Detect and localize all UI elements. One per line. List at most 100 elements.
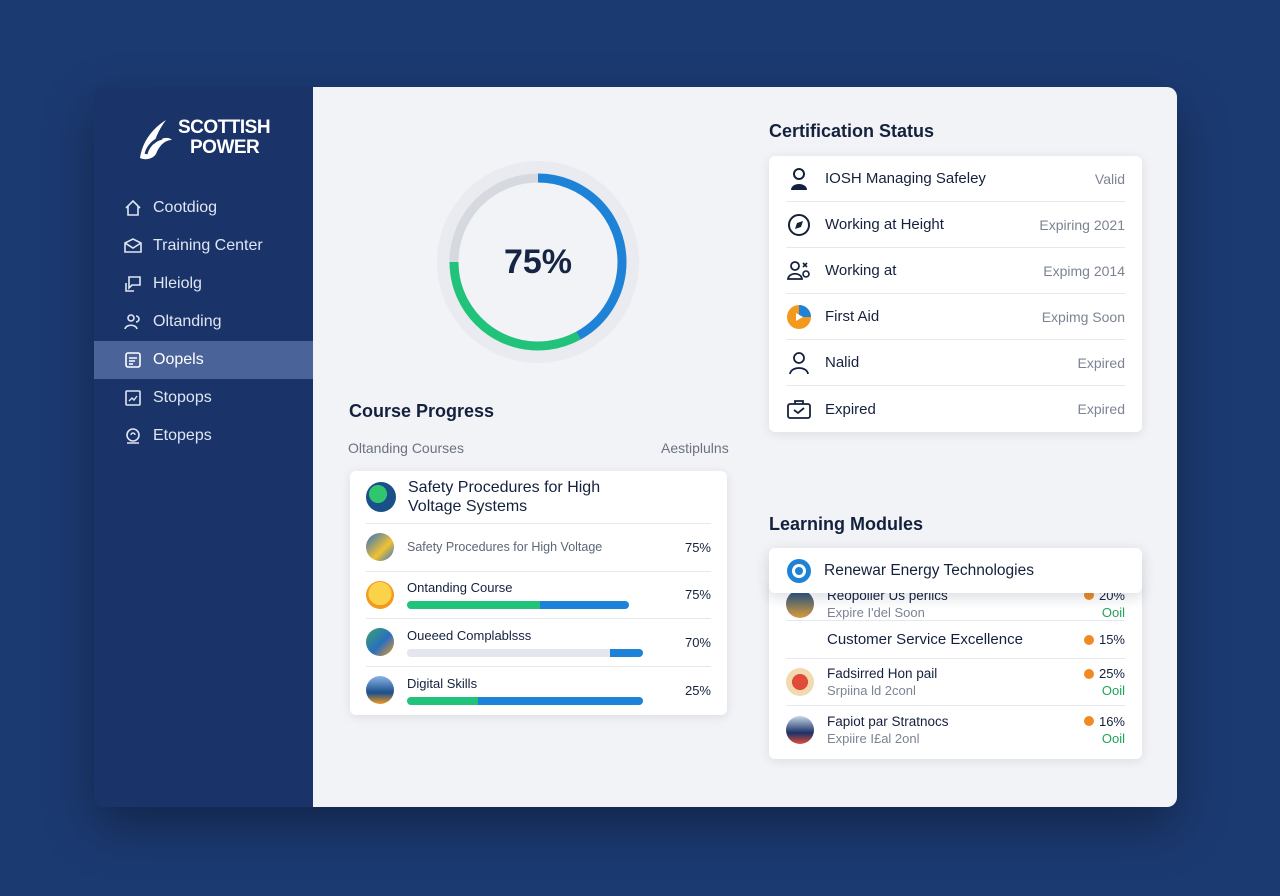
- sidebar-item-label: Stopops: [153, 389, 212, 406]
- progress-fill-green: [407, 696, 478, 705]
- main-content: 75% Course Progress Oltanding Courses Ae…: [313, 87, 1177, 807]
- renewable-energy-icon: [786, 558, 812, 584]
- course-row[interactable]: Oueeed Complablsss 70%: [366, 619, 711, 667]
- compliance-icon: [366, 628, 394, 657]
- module-icon: [786, 715, 814, 744]
- module-icon: [786, 589, 814, 618]
- compass-icon: [786, 212, 812, 238]
- sidebar-item-cootdiog[interactable]: Cootdiog: [94, 189, 313, 227]
- sidebar-item-label: Oltanding: [153, 313, 222, 330]
- cert-row[interactable]: First Aid Expimg Soon: [786, 294, 1125, 340]
- app-window: SCOTTISH POWER Cootdiog Training Center …: [94, 87, 1177, 807]
- cert-row[interactable]: Working at Height Expiring 2021: [786, 202, 1125, 248]
- cert-status: Expiring 2021: [1039, 216, 1125, 233]
- module-status: Ooil: [1101, 730, 1125, 746]
- module-percentage: 16%: [1083, 714, 1125, 729]
- safety-icon: [366, 533, 394, 562]
- learning-modules-title: Learning Modules: [769, 514, 924, 534]
- module-row[interactable]: Customer Service Excellence 15%: [786, 621, 1125, 659]
- sidebar-item-oopels[interactable]: Oopels: [94, 341, 313, 379]
- course-name: Oueeed Complablsss: [407, 627, 532, 643]
- course-progress-card: Safety Procedures for High Voltage Syste…: [350, 471, 727, 715]
- course-row[interactable]: Digital Skills 25%: [366, 667, 711, 715]
- orange-dot-icon: [1083, 716, 1094, 726]
- logo-mark-icon: [140, 120, 172, 160]
- featured-module[interactable]: Renewar Energy Technologies: [769, 548, 1142, 593]
- course-progress-bar: [407, 648, 643, 657]
- featured-module-title: Renewar Energy Technologies: [824, 561, 1034, 579]
- cert-name: IOSH Managing Safeley: [825, 170, 986, 187]
- course-percentage: 75%: [684, 587, 711, 603]
- cert-status: Expimg Soon: [1041, 308, 1125, 325]
- module-percentage: 25%: [1083, 666, 1125, 681]
- course-percentage: 70%: [684, 634, 711, 650]
- voltage-icon: [366, 482, 396, 512]
- sidebar-item-stopops[interactable]: Stopops: [94, 379, 313, 417]
- sidebar-item-oltanding[interactable]: Oltanding: [94, 303, 313, 341]
- course-progress-bar: [407, 601, 629, 610]
- module-list: Reopolier Us perlics Expire I'del Soon 20…: [769, 581, 1142, 759]
- cert-row[interactable]: Working at Expimg 2014: [786, 248, 1125, 294]
- module-row[interactable]: Fadsirred Hon pail Srpiina ld 2conl 25% Oo…: [786, 659, 1125, 706]
- cert-row[interactable]: Expired Expired: [786, 386, 1125, 432]
- brand-line-1: SCOTTISH: [178, 117, 271, 138]
- module-icon: [786, 668, 814, 696]
- course-name: Ontanding Course: [407, 580, 513, 596]
- home-icon: [125, 199, 141, 216]
- course-row[interactable]: Safety Procedures for High Voltage 75%: [366, 524, 711, 572]
- brand-line-2: POWER: [190, 137, 260, 158]
- scottish-power-logo[interactable]: SCOTTISH POWER: [132, 114, 271, 162]
- sidebar-item-etopeps[interactable]: Etopeps: [94, 417, 313, 455]
- progress-percentage: 75%: [503, 242, 573, 281]
- featured-course-title: Safety Procedures for High Voltage Syste…: [408, 479, 601, 515]
- certification-status-title: Certification Status: [769, 121, 935, 141]
- digital-skills-icon: [366, 676, 394, 705]
- module-expiry: Srpiina ld 2conl: [827, 683, 916, 698]
- people-icon: [124, 314, 140, 330]
- course-name: Safety Procedures for High Voltage: [407, 540, 603, 555]
- course-row[interactable]: Ontanding Course 75%: [366, 572, 711, 619]
- progress-ring: 75%: [435, 159, 641, 365]
- face-icon: [366, 580, 394, 609]
- report-icon: [125, 352, 141, 368]
- course-progress-title: Course Progress: [349, 401, 495, 421]
- aestiplulns-heading: Aestiplulns: [661, 440, 729, 456]
- progress-fill-blue: [477, 696, 643, 705]
- sidebar-item-hleiolg[interactable]: Hleiolg: [94, 265, 313, 303]
- briefcase-icon: [786, 396, 812, 422]
- course-percentage: 25%: [684, 682, 711, 698]
- cert-status: Valid: [1094, 170, 1125, 187]
- person-icon: [786, 350, 812, 376]
- course-name: Digital Skills: [407, 675, 478, 691]
- cert-name: Working at: [825, 262, 897, 279]
- user-icon: [786, 166, 812, 192]
- sidebar-item-label: Cootdiog: [153, 199, 218, 216]
- progress-fill-blue: [609, 648, 643, 657]
- envelope-icon: [124, 238, 142, 253]
- cert-row[interactable]: Nalid Expired: [786, 340, 1125, 386]
- orange-dot-icon: [1083, 634, 1094, 645]
- orange-dot-icon: [1083, 668, 1094, 679]
- sidebar-item-label: Hleiolg: [153, 275, 202, 292]
- cert-status: Expimg 2014: [1043, 262, 1125, 279]
- cert-row[interactable]: IOSH Managing Safeley Valid: [786, 156, 1125, 202]
- certification-card: IOSH Managing Safeley Valid Working at H…: [769, 156, 1142, 432]
- progress-fill-green: [407, 601, 541, 610]
- module-row[interactable]: Fapiot par Stratnocs Expiire I£al 2onl 16…: [786, 706, 1125, 753]
- featured-course[interactable]: Safety Procedures for High Voltage Syste…: [366, 471, 711, 524]
- sidebar-item-training-center[interactable]: Training Center: [94, 227, 313, 265]
- first-aid-icon: [786, 304, 812, 330]
- module-expiry: Expiire I£al 2onl: [827, 730, 920, 746]
- cert-status: Expired: [1077, 401, 1125, 417]
- module-percentage: 15%: [1083, 632, 1125, 647]
- cert-name: First Aid: [825, 308, 880, 325]
- group-icon: [786, 258, 812, 284]
- support-icon: [126, 428, 140, 444]
- sidebar-item-label: Oopels: [153, 351, 204, 368]
- module-title: Customer Service Excellence: [827, 631, 1023, 648]
- progress-fill-blue: [540, 601, 629, 610]
- sidebar-item-label: Etopeps: [153, 427, 212, 444]
- module-status: Ooil: [1101, 683, 1125, 698]
- cert-name: Nalid: [825, 354, 860, 371]
- cert-status: Expired: [1077, 354, 1125, 371]
